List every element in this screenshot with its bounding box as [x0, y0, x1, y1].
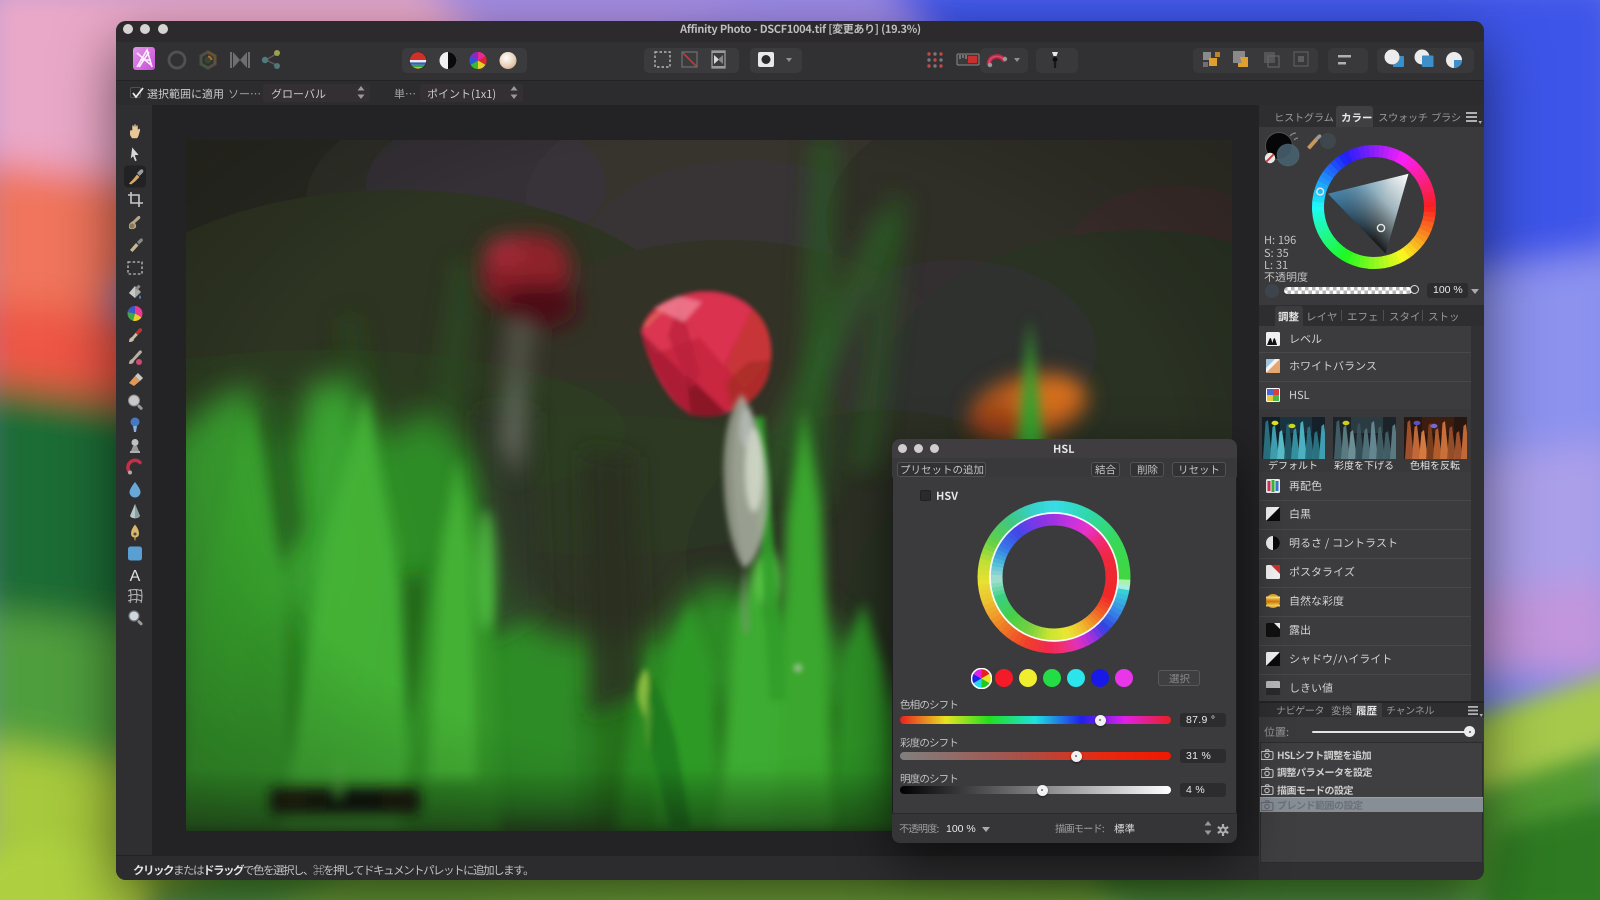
svg-text:A: A [130, 568, 141, 585]
